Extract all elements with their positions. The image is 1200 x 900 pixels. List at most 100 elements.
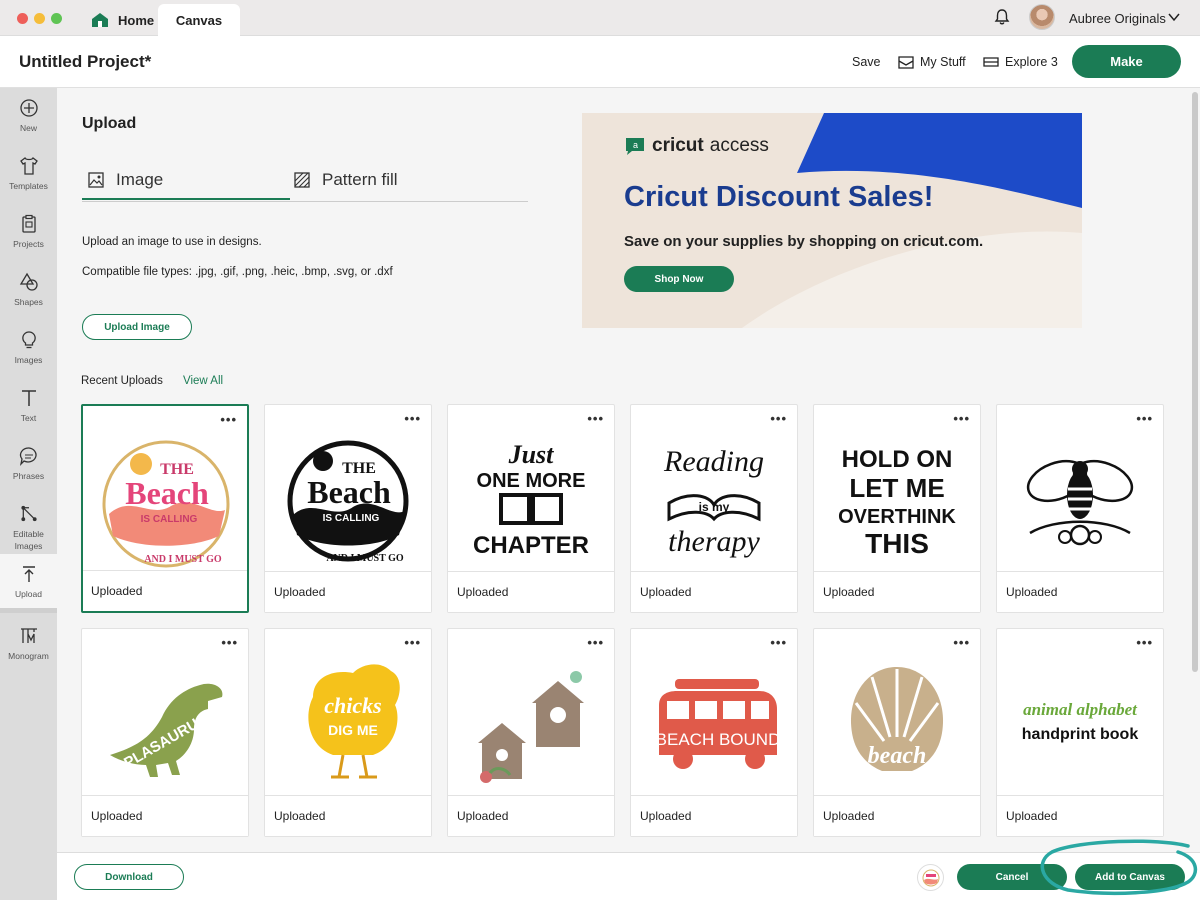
cricut-access-banner[interactable]: a cricut access Cricut Discount Sales! Sa… [582,113,1082,328]
upload-card[interactable]: ••• BEACH BOUND Uploaded [630,628,798,837]
tab-pattern-fill[interactable]: Pattern fill [294,170,398,190]
tab-home-label: Home [118,12,155,28]
tab-home[interactable]: Home [84,4,162,36]
tab-canvas-label: Canvas [175,12,223,28]
machine-select-button[interactable]: Explore 3 [983,55,1058,69]
art-text: ONE MORE [477,470,586,492]
tab-pattern-label: Pattern fill [322,170,398,189]
panel-scrollbar[interactable] [1192,92,1198,672]
art-text: AND I MUST GO [326,553,404,564]
rail-item-images[interactable]: Images [0,320,57,378]
panel-heading: Upload [82,115,137,132]
upload-thumbnail: Reading is my therapy [637,423,791,571]
rail-item-editable-images[interactable]: Editable Images [0,494,57,552]
art-text: beach [868,743,927,769]
machine-icon [983,57,999,67]
art-text: DIG ME [328,722,378,738]
art-text: OVERTHINK [838,506,956,528]
upload-image-button[interactable]: Upload Image [82,314,192,340]
svg-text:a: a [633,140,638,150]
make-button[interactable]: Make [1072,45,1181,78]
rail-label: Monogram [8,651,49,661]
project-header: Untitled Project* Save My Stuff Explore … [0,36,1200,88]
rail-item-templates[interactable]: Templates [0,146,57,204]
upload-thumbnail [454,647,608,795]
my-stuff-label: My Stuff [920,55,966,69]
upload-card[interactable]: ••• Uploaded [447,628,615,837]
card-label: Uploaded [814,795,980,836]
rail-label: Projects [13,239,44,249]
rail-label: Phrases [12,471,45,481]
rail-item-projects[interactable]: Projects [0,204,57,262]
download-button[interactable]: Download [74,864,184,890]
upload-icon [22,566,35,582]
rail-item-shapes[interactable]: Shapes [0,262,57,320]
art-text: HOLD ON [842,446,953,473]
upload-thumbnail: THE Beach IS CALLING AND I MUST GO [89,424,243,572]
rail-item-phrases[interactable]: Phrases [0,436,57,494]
brand-bold: cricut [652,135,704,156]
add-to-canvas-button[interactable]: Add to Canvas [1075,864,1185,890]
upload-card[interactable]: ••• chicks DIG ME Uploaded [264,628,432,837]
user-name[interactable]: Aubree Originals [1069,11,1166,26]
save-button[interactable]: Save [852,55,881,69]
upload-thumbnail: Just ONE MORE CHAPTER [454,423,608,571]
rail-label: Upload [15,589,42,599]
recent-uploads-label: Recent Uploads [81,375,163,387]
chevron-down-icon[interactable] [1168,12,1180,22]
speech-bubble-icon [19,447,37,466]
upload-card[interactable]: ••• PLASAURUS Uploaded [81,628,249,837]
art-text: IS CALLING [141,514,198,525]
rail-label: Images [14,355,43,365]
rail-label: New [19,123,37,133]
rail-item-upload[interactable]: Upload [0,554,57,612]
upload-card[interactable]: ••• beach Uploaded [813,628,981,837]
card-label: Uploaded [448,795,614,836]
upload-card[interactable]: ••• animal alphabet handprint book Uploa… [996,628,1164,837]
upload-card[interactable]: ••• THE Beach IS CALLING AND I MUST GO U… [264,404,432,613]
image-icon [88,172,104,188]
art-text: handprint book [1022,726,1139,743]
upload-card[interactable]: ••• THE Beach IS CALLING AND I MUST GO U… [81,404,249,613]
view-all-link[interactable]: View All [183,375,223,387]
rail-item-new[interactable]: New [0,88,57,146]
card-label: Uploaded [82,795,248,836]
art-text: CHAPTER [473,532,589,559]
plus-circle-icon [19,99,38,117]
rail-label: Shapes [14,297,43,307]
rail-item-monogram[interactable]: Monogram [0,616,57,674]
card-label: Uploaded [265,571,431,612]
maximize-window-button[interactable] [51,13,62,24]
user-avatar[interactable] [1029,4,1055,30]
art-text: Beach [125,475,209,511]
upload-description: Upload an image to use in designs. [82,236,262,248]
upload-thumbnail [1003,423,1157,571]
selected-image-thumbnail [917,864,944,891]
tab-image[interactable]: Image [88,170,163,190]
minimize-window-button[interactable] [34,13,45,24]
card-label: Uploaded [997,795,1163,836]
upload-card[interactable]: ••• Just ONE MORE CHAPTER Uploaded [447,404,615,613]
cancel-button[interactable]: Cancel [957,864,1067,890]
clipboard-icon [21,214,36,233]
card-label: Uploaded [448,571,614,612]
close-window-button[interactable] [17,13,28,24]
upload-thumbnail: PLASAURUS [88,647,242,795]
upload-card[interactable]: ••• Uploaded [996,404,1164,613]
tab-canvas[interactable]: Canvas [158,4,240,36]
banner-subtitle: Save on your supplies by shopping on cri… [624,233,984,250]
shop-now-button[interactable]: Shop Now [624,266,734,292]
upload-card[interactable]: ••• Reading is my therapy Uploaded [630,404,798,613]
bell-icon[interactable] [993,8,1011,26]
machine-label: Explore 3 [1005,55,1058,69]
rail-divider [0,608,57,613]
art-text: is my [699,500,730,514]
left-toolbar: New Templates Projects Shapes Images Tex… [0,88,57,900]
my-stuff-button[interactable]: My Stuff [898,55,966,69]
upload-card[interactable]: ••• HOLD ON LET ME OVERTHINK THIS Upload… [813,404,981,613]
art-text: Just [508,440,555,469]
project-title[interactable]: Untitled Project* [19,52,151,72]
rail-item-text[interactable]: Text [0,378,57,436]
upload-tabs: Image Pattern fill [82,160,528,202]
file-types-text: Compatible file types: .jpg, .gif, .png,… [82,266,393,278]
